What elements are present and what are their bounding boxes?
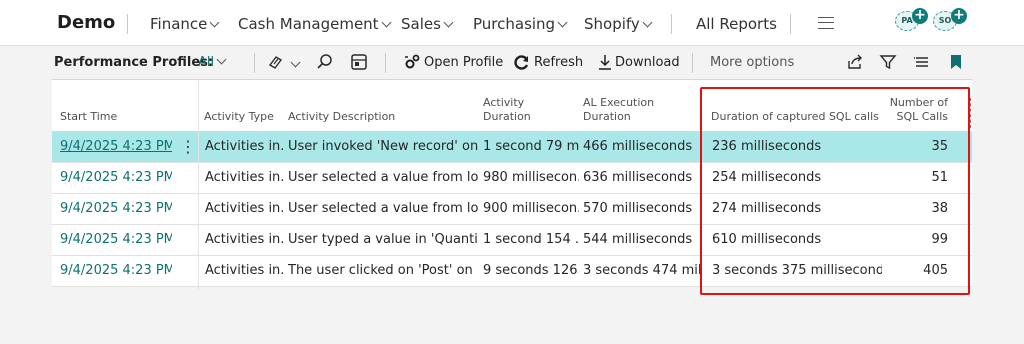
search-icon[interactable] [315, 52, 335, 72]
filter-view-value: All [198, 55, 215, 70]
add-icon[interactable]: + [951, 8, 967, 24]
start-time-cell[interactable]: 9/4/2025 4:23 PM [60, 232, 172, 247]
hamburger-menu-icon[interactable] [818, 17, 834, 29]
activity-description-cell: The user clicked on 'Post' on 'S... [288, 263, 478, 278]
activity-description-cell: User typed a value in 'Quantity... [288, 232, 478, 247]
nav-shopify[interactable]: Shopify [584, 15, 653, 33]
toolbar-divider [254, 53, 255, 73]
chevron-down-icon [381, 17, 392, 28]
chevron-down-icon [443, 17, 454, 28]
nav-finance[interactable]: Finance [150, 15, 220, 33]
start-time-cell[interactable]: 9/4/2025 4:23 PM [60, 170, 172, 185]
open-profile-icon [402, 52, 422, 72]
views-icon[interactable] [266, 52, 286, 72]
activity-description-cell: User invoked 'New record' on '... [288, 139, 478, 154]
add-icon[interactable]: + [912, 8, 928, 24]
row-actions-kebab-icon[interactable]: ⋮ [180, 138, 196, 156]
filter-view-dropdown[interactable]: All [198, 54, 227, 70]
nav-finance-label: Finance [150, 15, 208, 33]
nav-shopify-label: Shopify [584, 15, 640, 33]
activity-type-cell: Activities in... [205, 170, 285, 185]
nav-divider [671, 14, 672, 34]
column-al-execution-duration[interactable]: AL Execution Duration [583, 96, 654, 124]
nav-all-reports[interactable]: All Reports [696, 15, 777, 33]
app-title[interactable]: Demo [57, 12, 115, 33]
top-navigation-bar: Demo Finance Cash Management Sales Purch… [0, 0, 1024, 46]
al-execution-duration-cell: 3 seconds 474 milli... [583, 263, 701, 278]
edit-list-icon[interactable] [349, 52, 369, 72]
download-button[interactable]: Download [615, 55, 680, 70]
share-icon[interactable] [845, 52, 865, 72]
activity-duration-cell: 980 millisecon... [483, 170, 579, 185]
column-start-time[interactable]: Start Time [60, 110, 117, 124]
chevron-down-icon [642, 17, 653, 28]
toolbar-divider [692, 53, 693, 73]
activity-duration-cell: 900 millisecon... [483, 201, 579, 216]
open-profile-button[interactable]: Open Profile [424, 55, 503, 70]
column-al-execution-line1: AL Execution [583, 96, 655, 109]
toolbar-divider [385, 53, 386, 73]
column-resize-handle[interactable] [970, 98, 971, 128]
action-bar: Performance Profiles: All Open Profile R… [52, 46, 972, 80]
more-options-button[interactable]: More options [710, 55, 794, 70]
column-activity-type[interactable]: Activity Type [204, 110, 274, 124]
chevron-down-icon [557, 17, 568, 28]
nav-sales[interactable]: Sales [401, 15, 454, 33]
chevron-down-icon [216, 54, 227, 65]
activity-description-cell: User selected a value from loo... [288, 170, 478, 185]
list-view-icon[interactable] [912, 52, 932, 72]
page-title: Performance Profiles: [54, 55, 214, 70]
nav-cash-management[interactable]: Cash Management [238, 15, 392, 33]
nav-sales-label: Sales [401, 15, 441, 33]
al-execution-duration-cell: 544 milliseconds [583, 232, 693, 247]
nav-purchasing-label: Purchasing [473, 15, 556, 33]
activity-type-cell: Activities in... [205, 201, 285, 216]
start-time-cell[interactable]: 9/4/2025 4:23 PM [60, 201, 172, 216]
activity-type-cell: Activities in... [205, 139, 285, 154]
column-divider [198, 80, 199, 290]
filter-icon[interactable] [878, 52, 898, 72]
al-execution-duration-cell: 466 milliseconds [583, 139, 693, 154]
activity-duration-cell: 1 second 154 ... [483, 232, 579, 247]
nav-purchasing[interactable]: Purchasing [473, 15, 568, 33]
bookmark-icon[interactable] [946, 52, 966, 72]
nav-divider [127, 14, 128, 34]
start-time-cell[interactable]: 9/4/2025 4:23 PM [60, 139, 172, 154]
column-activity-duration-line2: Duration [483, 110, 531, 123]
refresh-button[interactable]: Refresh [534, 55, 583, 70]
column-activity-duration[interactable]: Activity Duration [483, 96, 531, 124]
activity-description-cell: User selected a value from loo... [288, 201, 478, 216]
activity-duration-cell: 1 second 79 m... [483, 139, 579, 154]
column-activity-duration-line1: Activity [483, 96, 525, 109]
al-execution-duration-cell: 636 milliseconds [583, 170, 693, 185]
activity-duration-cell: 9 seconds 126... [483, 263, 579, 278]
nav-cash-management-label: Cash Management [238, 15, 379, 33]
page-content: Performance Profiles: All Open Profile R… [52, 46, 972, 295]
activity-type-cell: Activities in... [205, 263, 285, 278]
start-time-cell[interactable]: 9/4/2025 4:23 PM [60, 263, 172, 278]
download-icon [595, 52, 615, 72]
column-activity-description[interactable]: Activity Description [288, 110, 395, 124]
chevron-down-icon [209, 17, 220, 28]
chevron-down-icon[interactable] [290, 57, 301, 68]
highlight-box [700, 87, 970, 295]
nav-divider [790, 14, 791, 34]
refresh-icon [512, 52, 532, 72]
activity-type-cell: Activities in... [205, 232, 285, 247]
column-al-execution-line2: Duration [583, 110, 631, 123]
al-execution-duration-cell: 570 milliseconds [583, 201, 693, 216]
